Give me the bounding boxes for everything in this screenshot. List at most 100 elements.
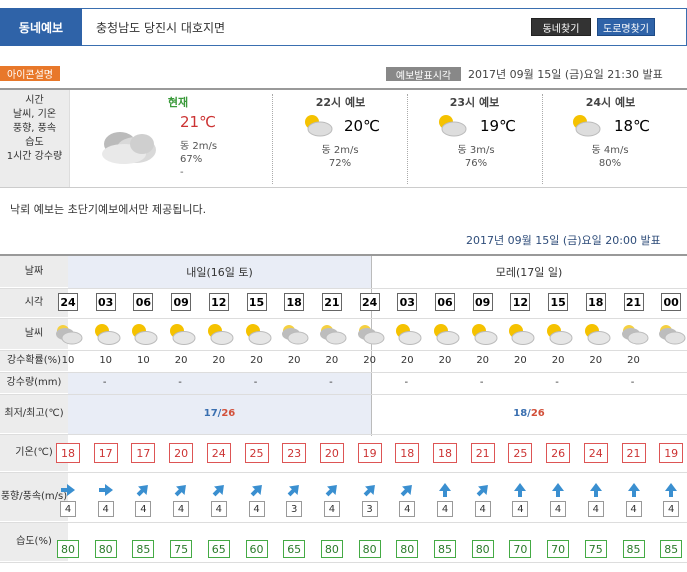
temp-cell: 24 bbox=[206, 443, 231, 463]
current-row-labels: 시간 날씨, 기온 풍향, 풍속 습도 1시간 강수량 bbox=[0, 90, 70, 187]
divider bbox=[542, 94, 543, 184]
wind-speed-cell: 4 bbox=[97, 501, 114, 517]
humidity-cell: 70 bbox=[547, 540, 570, 558]
cloudy-icon bbox=[102, 132, 156, 164]
hour-cell: 03 bbox=[95, 293, 116, 311]
partly-cloudy-icon bbox=[439, 115, 467, 137]
cloudy-icon bbox=[317, 322, 347, 346]
wind-speed-cell: 4 bbox=[550, 501, 567, 517]
temp-cell: 24 bbox=[583, 443, 608, 463]
humidity-cell: 80 bbox=[471, 540, 494, 558]
hour-cell: 18 bbox=[284, 293, 305, 311]
temp-cell: 17 bbox=[131, 443, 156, 463]
wind-speed-cell: 4 bbox=[399, 501, 416, 517]
hour-cell: 12 bbox=[510, 293, 531, 311]
label-wind: 풍향, 풍속 bbox=[12, 123, 57, 134]
wind-speed-cell: 4 bbox=[512, 501, 529, 517]
find-road-address-button[interactable]: 도로명찾기 bbox=[597, 18, 655, 36]
partly-cloudy-icon bbox=[468, 322, 498, 346]
wind-speed-cell: 4 bbox=[173, 501, 190, 517]
partly-cloudy-icon bbox=[581, 322, 611, 346]
pop-cell: 20 bbox=[325, 355, 339, 366]
wind-speed-cell: 4 bbox=[587, 501, 604, 517]
tab-local-forecast[interactable]: 동네예보 bbox=[0, 8, 82, 46]
humidity-cell: 75 bbox=[584, 540, 607, 558]
cloudy-icon bbox=[619, 322, 649, 346]
nowcast-details: 동 4m/s 80% bbox=[570, 144, 650, 170]
humidity-cell: 85 bbox=[660, 540, 683, 558]
wind-arrow-icon bbox=[550, 482, 566, 498]
find-town-button[interactable]: 동네찾기 bbox=[531, 18, 591, 36]
cloudy-icon bbox=[279, 322, 309, 346]
hour-cell: 06 bbox=[435, 293, 455, 311]
now-details: 동 2m/s 67% - bbox=[180, 140, 217, 179]
rain-cell: - bbox=[102, 377, 107, 388]
wind-arrow-icon bbox=[249, 482, 265, 498]
partly-cloudy-icon bbox=[305, 115, 333, 137]
icon-guide-button[interactable]: 아이콘설명 bbox=[0, 66, 60, 81]
issue-time: 2017년 09월 15일 (금)요일 21:30 발표 bbox=[468, 68, 663, 81]
cloudy-icon bbox=[656, 322, 686, 346]
hour-cell: 12 bbox=[208, 293, 229, 311]
temp-cell: 19 bbox=[357, 443, 382, 463]
partly-cloudy-icon bbox=[166, 322, 196, 346]
temp-cell: 23 bbox=[282, 443, 307, 463]
wind-speed-cell: 4 bbox=[625, 501, 642, 517]
wind-arrow-icon bbox=[211, 482, 227, 498]
label-humidity: 습도 bbox=[25, 137, 44, 148]
wind-arrow-icon bbox=[60, 482, 76, 498]
cloudy-icon bbox=[53, 322, 83, 346]
now-title: 현재 bbox=[167, 96, 189, 109]
wind-arrow-icon bbox=[626, 482, 642, 498]
pop-cell: 10 bbox=[61, 355, 75, 366]
pop-cell: 20 bbox=[250, 355, 263, 366]
temp-cell: 20 bbox=[319, 443, 344, 463]
pop-cell: 20 bbox=[476, 355, 490, 366]
temp-cell: 17 bbox=[93, 443, 118, 463]
humidity-cell: 80 bbox=[396, 540, 419, 558]
pop-cell: 20 bbox=[627, 355, 640, 366]
wind-arrow-icon bbox=[98, 482, 114, 498]
partly-cloudy-icon bbox=[430, 322, 460, 346]
wind-speed-cell: 4 bbox=[60, 501, 76, 517]
nowcast-wind: 동 3m/s bbox=[457, 145, 495, 156]
nowcast-22: 22시 예보 bbox=[278, 94, 403, 110]
wind-speed-cell: 4 bbox=[248, 501, 265, 517]
label-weather-temp: 날씨, 기온 bbox=[12, 109, 57, 120]
humidity-cell: 80 bbox=[57, 540, 79, 558]
rain-cell: - bbox=[479, 377, 484, 388]
wind-speed-cell: 4 bbox=[437, 501, 453, 517]
partly-cloudy-icon bbox=[91, 322, 121, 346]
pop-cell: 10 bbox=[99, 355, 113, 366]
wind-arrow-icon bbox=[512, 482, 528, 498]
pop-cell: 20 bbox=[363, 355, 376, 366]
nowcast-details: 동 2m/s 72% bbox=[300, 144, 380, 170]
partly-cloudy-icon bbox=[128, 322, 158, 346]
wind-arrow-icon bbox=[286, 482, 302, 498]
nowcast-temp: 19℃ bbox=[480, 117, 516, 135]
wind-arrow-icon bbox=[588, 482, 604, 498]
pop-cell: 20 bbox=[589, 355, 603, 366]
nowcast-24: 24시 예보 bbox=[548, 94, 673, 110]
nowcast-title: 22시 예보 bbox=[315, 96, 366, 109]
wind-arrow-icon bbox=[362, 482, 378, 498]
nowcast-temp: 18℃ bbox=[614, 117, 650, 135]
humidity-cell: 85 bbox=[434, 540, 456, 558]
humidity-cell: 85 bbox=[622, 540, 645, 558]
wind-arrow-icon bbox=[324, 482, 340, 498]
now-rain: - bbox=[180, 167, 184, 178]
pop-cell: 20 bbox=[400, 355, 414, 366]
humidity-cell: 70 bbox=[509, 540, 532, 558]
humidity-cell: 60 bbox=[245, 540, 268, 558]
rain-cell: - bbox=[404, 377, 409, 388]
location-text: 충청남도 당진시 대호지면 bbox=[96, 20, 226, 35]
forecast-issue-time: 2017년 09월 15일 (금)요일 20:00 발표 bbox=[466, 234, 661, 247]
nowcast-23: 23시 예보 bbox=[412, 94, 537, 110]
hour-cell: 06 bbox=[133, 293, 154, 311]
wind-arrow-icon bbox=[173, 482, 189, 498]
hour-cell: 24 bbox=[359, 293, 380, 311]
partly-cloudy-icon bbox=[204, 322, 234, 346]
hour-cell: 15 bbox=[246, 293, 267, 311]
hour-cell: 09 bbox=[472, 293, 493, 311]
rain-cell: - bbox=[253, 377, 258, 388]
